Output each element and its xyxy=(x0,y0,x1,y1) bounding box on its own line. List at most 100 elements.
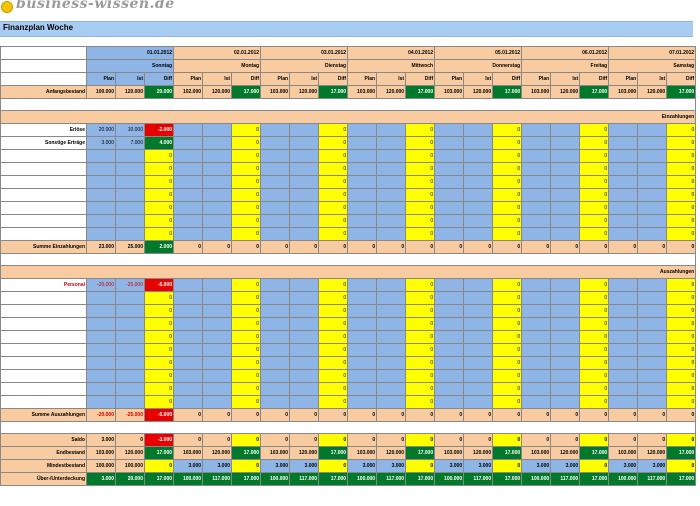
ist-input[interactable]: 10.000 xyxy=(115,123,145,137)
ist-input[interactable] xyxy=(637,201,668,215)
diff-cell[interactable]: 0 xyxy=(318,136,349,150)
plan-input[interactable] xyxy=(608,175,639,189)
ist-input[interactable] xyxy=(550,278,581,292)
diff-cell[interactable]: 0 xyxy=(318,459,349,473)
sonstige-row-label[interactable]: Sonstige Erträge xyxy=(0,136,87,150)
diff-cell[interactable]: 20.000 xyxy=(143,85,175,99)
diff-cell[interactable]: 0 xyxy=(405,356,436,370)
ist-input[interactable] xyxy=(550,188,581,202)
plan-input[interactable] xyxy=(173,162,204,176)
diff-cell[interactable]: 0 xyxy=(492,459,523,473)
diff-cell[interactable]: 0 xyxy=(231,356,262,370)
plan-cell[interactable]: 0 xyxy=(521,433,552,447)
diff-cell[interactable]: 0 xyxy=(666,240,697,254)
plan-input[interactable] xyxy=(260,317,291,331)
ist-cell[interactable]: 120.000 xyxy=(463,85,494,99)
plan-input[interactable] xyxy=(260,369,291,383)
ist-input[interactable] xyxy=(550,356,581,370)
empty-input-row-label[interactable] xyxy=(0,149,87,163)
day-date-header[interactable]: 05.01.2012 xyxy=(434,46,523,60)
plan-input[interactable] xyxy=(173,227,204,241)
diff-cell[interactable]: 0 xyxy=(405,188,436,202)
diff-cell[interactable]: 0 xyxy=(492,240,523,254)
ist-input[interactable] xyxy=(202,330,233,344)
ist-input[interactable] xyxy=(115,356,145,370)
ist-input[interactable] xyxy=(637,369,668,383)
diff-cell[interactable]: 0 xyxy=(492,214,523,228)
diff-cell[interactable]: 0 xyxy=(318,382,349,396)
diff-cell[interactable]: 0 xyxy=(492,162,523,176)
ist-input[interactable] xyxy=(550,201,581,215)
plan-input[interactable] xyxy=(434,291,465,305)
ist-input[interactable] xyxy=(463,188,494,202)
plan-input[interactable] xyxy=(173,304,204,318)
diff-cell[interactable]: 0 xyxy=(492,369,523,383)
personal-row-label[interactable]: Personal xyxy=(0,278,87,292)
diff-cell[interactable]: 0 xyxy=(666,123,697,137)
plan-input[interactable] xyxy=(86,382,116,396)
ist-input[interactable] xyxy=(289,123,320,137)
ist-input[interactable] xyxy=(550,123,581,137)
diff-cell[interactable]: 0 xyxy=(579,382,610,396)
diff-cell[interactable]: 0 xyxy=(492,395,523,409)
diff-cell[interactable]: 0 xyxy=(579,304,610,318)
diff-cell[interactable]: 0 xyxy=(231,227,262,241)
diff-cell[interactable]: 0 xyxy=(231,278,262,292)
ist-input[interactable] xyxy=(115,201,145,215)
ist-input[interactable] xyxy=(202,369,233,383)
diff-cell[interactable]: 17.000 xyxy=(318,472,349,486)
plan-input[interactable] xyxy=(260,175,291,189)
diff-cell[interactable]: 17.000 xyxy=(231,85,262,99)
plan-input[interactable] xyxy=(608,201,639,215)
ist-input[interactable] xyxy=(289,343,320,357)
column-subheader[interactable]: Diff xyxy=(231,72,262,86)
plan-input[interactable] xyxy=(86,175,116,189)
ist-input[interactable] xyxy=(637,291,668,305)
plan-input[interactable] xyxy=(86,149,116,163)
diff-cell[interactable]: 0 xyxy=(579,317,610,331)
plan-input[interactable] xyxy=(347,175,378,189)
column-subheader[interactable]: Plan xyxy=(260,72,291,86)
ist-cell[interactable]: 0 xyxy=(376,408,407,422)
plan-input[interactable] xyxy=(434,227,465,241)
ist-input[interactable] xyxy=(376,382,407,396)
diff-cell[interactable]: 0 xyxy=(405,408,436,422)
ist-input[interactable] xyxy=(550,369,581,383)
diff-cell[interactable]: 0 xyxy=(318,408,349,422)
plan-input[interactable] xyxy=(260,214,291,228)
column-subheader[interactable]: Ist xyxy=(289,72,320,86)
empty-input-row-label[interactable] xyxy=(0,304,87,318)
diff-cell[interactable]: 0 xyxy=(405,214,436,228)
ist-input[interactable] xyxy=(376,278,407,292)
diff-cell[interactable]: 0 xyxy=(405,227,436,241)
header-corner[interactable] xyxy=(0,59,87,73)
diff-cell[interactable]: 0 xyxy=(231,317,262,331)
plan-input[interactable] xyxy=(521,123,552,137)
plan-input[interactable] xyxy=(521,149,552,163)
empty-input-row-label[interactable] xyxy=(0,356,87,370)
plan-cell[interactable]: 100.000 xyxy=(86,85,116,99)
diff-cell[interactable]: 17.000 xyxy=(492,446,523,460)
diff-cell[interactable]: 0 xyxy=(666,291,697,305)
ist-input[interactable] xyxy=(637,304,668,318)
ist-input[interactable] xyxy=(463,214,494,228)
ist-input[interactable] xyxy=(550,227,581,241)
plan-cell[interactable]: 0 xyxy=(521,408,552,422)
plan-cell[interactable]: 103.000 xyxy=(434,446,465,460)
ist-input[interactable] xyxy=(637,162,668,176)
ist-cell[interactable]: 100.000 xyxy=(115,459,145,473)
ist-cell[interactable]: 117.000 xyxy=(463,472,494,486)
diff-cell[interactable]: 17.000 xyxy=(492,472,523,486)
ist-cell[interactable]: 0 xyxy=(376,240,407,254)
erloese-row-label[interactable]: Erlöse xyxy=(0,123,87,137)
diff-cell[interactable]: 0 xyxy=(143,395,175,409)
column-subheader[interactable]: Diff xyxy=(405,72,436,86)
ist-cell[interactable]: 117.000 xyxy=(202,472,233,486)
ist-cell[interactable]: 117.000 xyxy=(376,472,407,486)
plan-input[interactable] xyxy=(434,330,465,344)
plan-input[interactable] xyxy=(434,382,465,396)
diff-cell[interactable]: 17.000 xyxy=(231,446,262,460)
plan-cell[interactable]: 3.000 xyxy=(608,459,639,473)
plan-input[interactable] xyxy=(434,123,465,137)
diff-cell[interactable]: 0 xyxy=(143,382,175,396)
